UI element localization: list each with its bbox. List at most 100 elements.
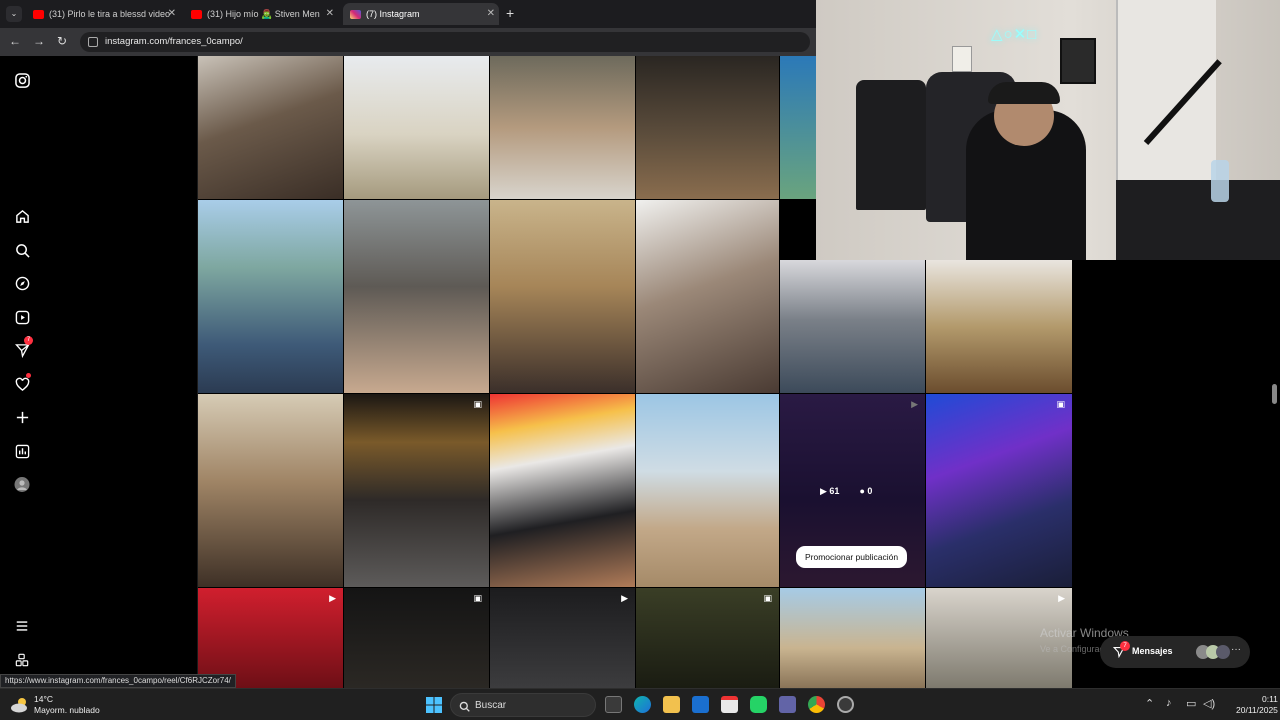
notifications-icon[interactable] (14, 373, 31, 392)
messages-icon[interactable]: 7 (14, 336, 33, 358)
reel-thumbnail-hovered[interactable]: ▶ ▶ 61 ● 0 Promocionar publicación (780, 394, 925, 587)
forward-icon[interactable]: → (33, 34, 45, 48)
also-from-meta-icon[interactable] (14, 652, 30, 668)
desk (1116, 180, 1280, 260)
post-thumbnail[interactable] (926, 260, 1072, 393)
close-icon[interactable]: ✕ (326, 8, 334, 19)
post-thumbnail[interactable] (636, 394, 779, 587)
reel-thumbnail[interactable]: ▶ (490, 588, 635, 688)
page-scrollbar[interactable] (1272, 384, 1277, 404)
right-black-area (1072, 260, 1280, 688)
notification-dot (26, 373, 31, 378)
reel-icon: ▶ (621, 593, 628, 603)
obs-icon[interactable] (837, 696, 854, 713)
taskbar-search-box[interactable]: Buscar (450, 693, 596, 717)
back-icon[interactable]: ← (9, 34, 21, 48)
network-icon[interactable]: ▭ (1186, 697, 1196, 710)
post-thumbnail[interactable] (636, 56, 779, 199)
tab-youtube-2[interactable]: (31) Hijo mío 🧟‍♂️ Stiven Men ✕ (186, 3, 338, 25)
carousel-icon: ▣ (473, 399, 482, 409)
profile-avatar-icon[interactable] (14, 476, 30, 492)
link-status-bar: https://www.instagram.com/frances_0campo… (0, 674, 236, 688)
windows-start-icon[interactable] (426, 697, 442, 718)
post-thumbnail[interactable] (490, 56, 635, 199)
microphone-icon[interactable]: ♪ (1166, 697, 1172, 709)
dashboard-icon[interactable] (14, 443, 30, 459)
carousel-icon: ▣ (763, 593, 772, 603)
post-thumbnail[interactable] (490, 200, 635, 393)
new-tab-button[interactable]: + (506, 5, 514, 21)
browser-tab-strip: ⌄ (31) Pirlo le tira a blessd video ✕ (3… (0, 0, 816, 28)
weather-cloud-icon[interactable] (10, 696, 30, 719)
site-info-icon[interactable] (88, 37, 98, 47)
edge-browser-icon[interactable] (634, 696, 651, 713)
tab-search-button[interactable]: ⌄ (6, 6, 22, 22)
reel-stats: ▶ 61 ● 0 (820, 486, 872, 497)
reel-thumbnail[interactable]: ▶ (198, 588, 343, 688)
post-thumbnail[interactable] (490, 394, 635, 587)
post-thumbnail[interactable] (636, 200, 779, 393)
reel-icon: ▶ (911, 399, 918, 409)
post-thumbnail[interactable] (780, 588, 925, 688)
url-input[interactable]: instagram.com/frances_0campo/ (80, 32, 810, 52)
post-thumbnail[interactable] (198, 56, 343, 199)
youtube-icon (33, 9, 44, 19)
explore-icon[interactable] (14, 275, 30, 291)
reel-thumbnail[interactable]: ▣ (344, 394, 489, 587)
post-thumbnail[interactable] (198, 200, 343, 393)
home-icon[interactable] (14, 208, 30, 224)
post-thumbnail[interactable] (344, 200, 489, 393)
chrome-icon[interactable] (808, 696, 825, 713)
webcam-overlay: △○✕□ (816, 0, 1280, 260)
weather-desc: Mayorm. nublado (34, 705, 100, 715)
plays-count-value: 61 (829, 486, 840, 496)
messages-pill-label: Mensajes (1132, 646, 1173, 656)
more-options-icon[interactable]: ··· (1231, 644, 1241, 655)
post-thumbnail[interactable] (780, 56, 816, 199)
post-thumbnail[interactable] (780, 260, 925, 393)
close-icon[interactable]: ✕ (168, 8, 176, 19)
promote-post-button[interactable]: Promocionar publicación (796, 546, 908, 568)
contact-avatar (1216, 645, 1230, 659)
post-thumbnail[interactable] (344, 56, 489, 199)
instagram-sidebar: 7 (0, 56, 198, 688)
wall-poster (1060, 38, 1096, 84)
tray-expand-icon[interactable]: ⌃ (1145, 697, 1154, 710)
volume-icon[interactable]: ◁) (1203, 697, 1215, 710)
search-icon[interactable] (14, 242, 30, 258)
file-explorer-icon[interactable] (663, 696, 680, 713)
clock-time: 0:11 (1262, 694, 1278, 704)
taskbar-clock[interactable]: 0:11 20/11/2025 (1236, 694, 1278, 716)
streamer-cap (988, 82, 1060, 104)
carousel-icon: ▣ (473, 593, 482, 603)
close-icon[interactable]: ✕ (487, 8, 495, 19)
instagram-logo-icon[interactable] (14, 72, 30, 88)
more-menu-icon[interactable] (14, 618, 30, 634)
reels-icon[interactable] (14, 309, 30, 325)
reel-icon: ▶ (1058, 593, 1065, 603)
tab-label: (31) Pirlo le tira a blessd video (49, 9, 171, 19)
reel-thumbnail[interactable]: ▣ (926, 394, 1072, 587)
reel-icon: ▶ (329, 593, 336, 603)
windows-taskbar: 14°C Mayorm. nublado Buscar ⌃ ♪ ▭ ◁) 0:1… (0, 688, 1280, 720)
tab-instagram[interactable]: (7) Instagram ✕ (343, 3, 499, 25)
reload-icon[interactable]: ↻ (57, 34, 67, 48)
wall-photo (952, 46, 972, 72)
weather-temp: 14°C (34, 694, 53, 704)
task-view-icon[interactable] (605, 696, 622, 713)
search-placeholder: Buscar (475, 700, 507, 711)
post-thumbnail[interactable] (198, 394, 343, 587)
outlook-icon[interactable] (692, 696, 709, 713)
snipping-tool-icon[interactable] (721, 696, 738, 713)
weather-widget[interactable]: 14°C Mayorm. nublado (34, 694, 100, 716)
tab-youtube-1[interactable]: (31) Pirlo le tira a blessd video ✕ (28, 3, 180, 25)
reel-thumbnail[interactable]: ▣ (344, 588, 489, 688)
whatsapp-icon[interactable] (750, 696, 767, 713)
plays-count: ▶ 61 (820, 486, 840, 496)
reel-thumbnail[interactable]: ▣ (636, 588, 779, 688)
create-icon[interactable] (14, 409, 30, 425)
chair-left (856, 80, 926, 210)
teams-icon[interactable] (779, 696, 796, 713)
instagram-icon (350, 9, 361, 19)
messages-pill[interactable]: 7 Mensajes ··· (1100, 636, 1250, 668)
